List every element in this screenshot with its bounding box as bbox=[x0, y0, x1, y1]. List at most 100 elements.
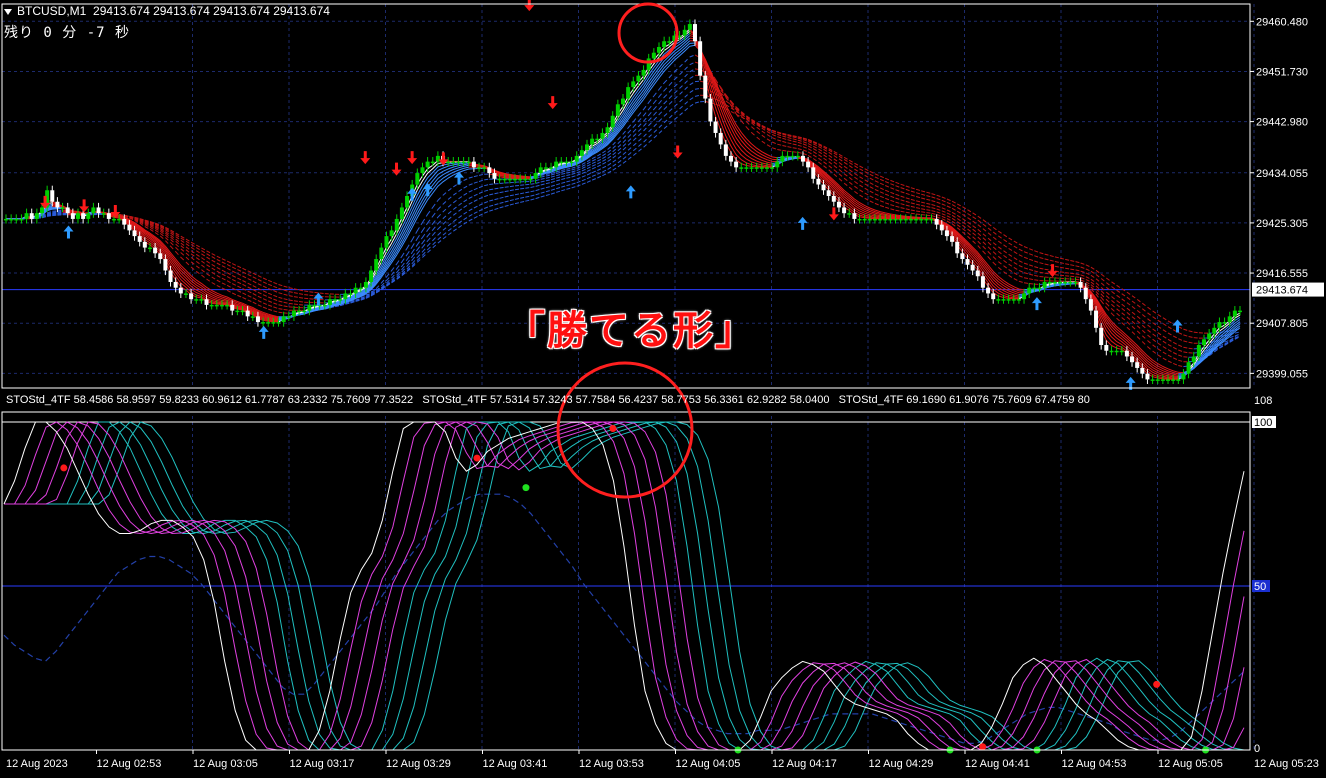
candle-body bbox=[461, 161, 466, 164]
candle-body bbox=[662, 41, 667, 47]
candle-body bbox=[898, 218, 903, 221]
candle-body bbox=[1227, 316, 1232, 323]
y-tick-label: 29434.055 bbox=[1256, 168, 1308, 180]
candle-body bbox=[821, 184, 826, 191]
up-arrow-icon bbox=[258, 325, 269, 339]
candle-body bbox=[338, 299, 343, 301]
candle-body bbox=[842, 207, 847, 214]
x-tick-label: 12 Aug 04:53 bbox=[1062, 758, 1127, 770]
candle-body bbox=[615, 104, 620, 116]
candle-body bbox=[862, 218, 867, 221]
candle-body bbox=[1032, 287, 1037, 290]
candle-body bbox=[785, 155, 790, 158]
candle-body bbox=[394, 218, 399, 231]
candle-body bbox=[497, 178, 502, 181]
candle-body bbox=[343, 293, 348, 300]
highlight-circle-top bbox=[617, 2, 679, 64]
candle-body bbox=[1094, 310, 1099, 328]
candle-body bbox=[955, 241, 960, 254]
candle-body bbox=[538, 167, 543, 174]
candle-body bbox=[585, 144, 590, 151]
stochastic-layer bbox=[3, 421, 1245, 754]
candle-body bbox=[600, 132, 605, 139]
candle-body bbox=[456, 161, 461, 164]
stoch-red-dot bbox=[979, 743, 987, 751]
candle-body bbox=[744, 167, 749, 169]
candle-body bbox=[96, 207, 101, 214]
candle-body bbox=[914, 218, 919, 221]
stoch-red-dot bbox=[1153, 680, 1161, 688]
candle-body bbox=[739, 167, 744, 169]
x-tick-label: 12 Aug 05:05 bbox=[1158, 758, 1223, 770]
candle-body bbox=[800, 155, 805, 162]
candle-body bbox=[549, 167, 554, 169]
candle-body bbox=[286, 316, 291, 318]
candle-body bbox=[687, 24, 692, 30]
candle-body bbox=[384, 236, 389, 248]
candle-body bbox=[878, 218, 883, 221]
candle-body bbox=[682, 29, 687, 36]
stoch-green-dot bbox=[522, 484, 530, 492]
candle-body bbox=[893, 218, 898, 221]
candle-body bbox=[60, 207, 65, 209]
candle-body bbox=[528, 178, 533, 181]
down-arrow-icon bbox=[524, 0, 535, 12]
stoch-y-tick-108: 108 bbox=[1254, 395, 1272, 407]
candle-body bbox=[908, 218, 913, 221]
y-tick-label: 29442.980 bbox=[1256, 117, 1308, 129]
candle-body bbox=[194, 299, 199, 301]
chart-svg: 29460.480 29451.730 29442.980 29434.055 2942… bbox=[1, 0, 1324, 770]
collapse-triangle-icon[interactable] bbox=[4, 8, 12, 15]
candle-body bbox=[543, 167, 548, 169]
candle-body bbox=[466, 161, 471, 164]
candle-body bbox=[209, 304, 214, 307]
down-arrow-icon bbox=[407, 151, 418, 165]
candle-body bbox=[713, 121, 718, 133]
candle-body bbox=[379, 247, 384, 260]
candle-body bbox=[353, 287, 358, 294]
x-tick-label: 12 Aug 04:29 bbox=[869, 758, 934, 770]
candle-body bbox=[564, 161, 569, 164]
x-tick-label: 12 Aug 02:53 bbox=[97, 758, 162, 770]
candle-body bbox=[1063, 281, 1068, 284]
candle-body bbox=[1212, 327, 1217, 334]
candle-body bbox=[836, 201, 841, 208]
candle-body bbox=[708, 98, 713, 122]
candle-body bbox=[1058, 281, 1063, 284]
candle-body bbox=[245, 310, 250, 317]
candle-body bbox=[939, 224, 944, 231]
candle-body bbox=[235, 310, 240, 313]
candle-body bbox=[569, 161, 574, 164]
candle-body bbox=[559, 161, 564, 164]
y-tick-label: 29416.555 bbox=[1256, 268, 1308, 280]
candle-body bbox=[513, 178, 518, 181]
grid-layer bbox=[2, 4, 1255, 750]
candle-body bbox=[425, 161, 430, 168]
chart-root: 29460.480 29451.730 29442.980 29434.055 2942… bbox=[0, 0, 1326, 773]
candle-body bbox=[867, 218, 872, 221]
candle-body bbox=[1130, 356, 1135, 363]
candle-body bbox=[168, 270, 173, 282]
candle-body bbox=[297, 310, 302, 313]
candle-body bbox=[178, 287, 183, 294]
candle-body bbox=[1124, 350, 1129, 357]
up-arrow-icon bbox=[625, 185, 636, 199]
candle-body bbox=[1171, 379, 1176, 381]
candle-body bbox=[19, 218, 24, 221]
candle-body bbox=[621, 98, 625, 105]
candle-body bbox=[4, 218, 8, 221]
candle-body bbox=[888, 218, 893, 221]
overlay-caption: 「勝てる形」 bbox=[505, 308, 757, 354]
y-tick-label: 29399.055 bbox=[1256, 368, 1308, 380]
ohlc-values: 29413.674 29413.674 29413.674 29413.674 bbox=[93, 4, 330, 18]
x-tick-label: 12 Aug 2023 bbox=[6, 758, 68, 770]
indicator-values-2: STOStd_4TF 57.5314 57.3243 57.7584 56.42… bbox=[422, 394, 830, 406]
candle-body bbox=[523, 178, 528, 181]
candle-body bbox=[142, 241, 147, 248]
candle-body bbox=[656, 46, 661, 53]
candle-body bbox=[261, 322, 266, 324]
candle-body bbox=[780, 155, 785, 162]
y-tick-label: 29425.305 bbox=[1256, 218, 1308, 230]
candle-body bbox=[852, 213, 857, 219]
candle-body bbox=[1196, 345, 1201, 357]
